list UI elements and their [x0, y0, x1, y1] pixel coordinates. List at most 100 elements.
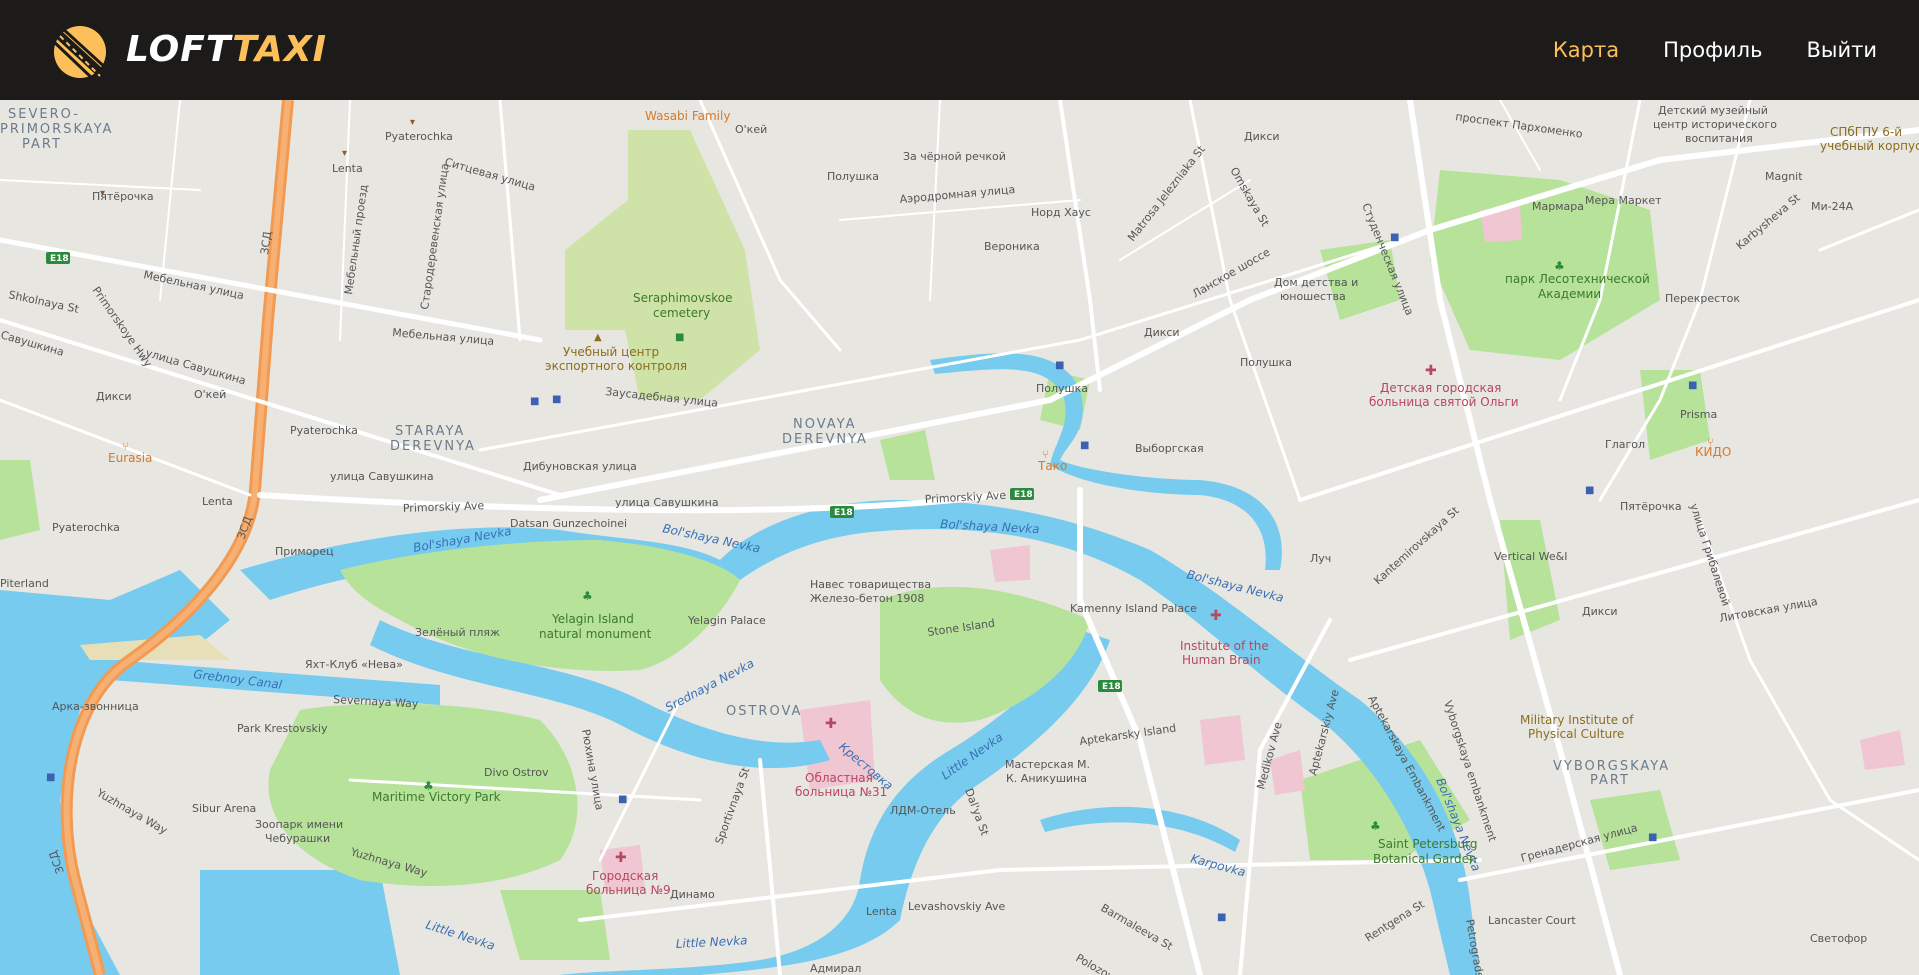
logo[interactable]: LOFTTAXI — [48, 19, 327, 82]
poi-label: Pyaterochka — [290, 424, 358, 437]
poi-label: Datsan Gunzechoinei — [510, 517, 627, 530]
tree-icon: ♣ — [582, 589, 593, 603]
park-label: cemetery — [653, 306, 710, 320]
poi-label: центр исторического — [1653, 118, 1777, 131]
poi-label: больница №31 — [795, 785, 887, 799]
poi-label: Тако — [1037, 459, 1067, 473]
tree-icon: ♣ — [1554, 259, 1565, 273]
poi-label: Piterland — [0, 577, 49, 590]
bus-stop-icon: ■ — [1390, 232, 1399, 243]
poi-label: Park Krestovskiy — [237, 722, 328, 735]
app-header: LOFTTAXI Карта Профиль Выйти — [0, 0, 1919, 100]
park-label: Yelagin Island — [551, 612, 634, 626]
poi-label: воспитания — [1685, 132, 1753, 145]
poi-label: Дикси — [1244, 130, 1280, 143]
poi-label: Перекресток — [1665, 292, 1740, 305]
poi-label: Зелёный пляж — [415, 626, 500, 639]
poi-label: Областная — [805, 771, 873, 785]
tree-icon: ♣ — [1370, 819, 1381, 833]
poi-label: Пятёрочка — [92, 190, 154, 203]
area-label: OSTROVA — [726, 704, 802, 719]
poi-label: Дикси — [96, 390, 132, 403]
cemetery-icon: ■ — [675, 332, 684, 343]
poi-label: Вероника — [984, 240, 1040, 253]
area-label: PART — [1590, 773, 1630, 788]
logo-text-taxi: TAXI — [232, 29, 328, 70]
nav-profile-link[interactable]: Профиль — [1663, 38, 1762, 62]
poi-label: Lenta — [866, 905, 897, 918]
poi-label: Светофор — [1810, 932, 1867, 945]
bus-stop-icon: ■ — [1080, 440, 1089, 451]
poi-label: О'кей — [735, 123, 767, 136]
area-label: NOVAYA — [793, 417, 857, 432]
poi-label: Vertical We&I — [1494, 550, 1568, 563]
logo-taxi-icon — [50, 26, 110, 82]
poi-label: Мастерская М. — [1005, 758, 1090, 771]
nav-map-link[interactable]: Карта — [1553, 38, 1619, 62]
poi-label: Динамо — [670, 888, 715, 901]
tree-icon: ♣ — [423, 779, 434, 793]
logo-text-loft: LOFT — [126, 29, 233, 70]
main-nav: Карта Профиль Выйти — [1553, 0, 1877, 100]
poi-label: Дикси — [1144, 326, 1180, 339]
logo-text: LOFTTAXI — [126, 32, 327, 68]
route-shield-e18: E18 — [50, 254, 69, 264]
poi-label: Чебурашки — [265, 832, 330, 845]
shop-icon: ▾ — [342, 148, 347, 159]
poi-label: Дом детства и — [1274, 276, 1358, 289]
poi-label: Пятёрочка — [1620, 500, 1682, 513]
poi-label: Глагол — [1605, 438, 1645, 451]
poi-label: Wasabi Family — [645, 109, 730, 123]
poi-label: Eurasia — [108, 451, 152, 465]
poi-label: Lenta — [332, 162, 363, 175]
park-label: Botanical Garden — [1373, 852, 1477, 866]
poi-label: Полушка — [1036, 382, 1088, 395]
poi-label: Institute of the — [1180, 639, 1269, 653]
poi-label: Мера Маркет — [1585, 194, 1662, 207]
poi-label: Human Brain — [1182, 653, 1261, 667]
poi-label: Дикси — [1582, 605, 1618, 618]
park-label: Maritime Victory Park — [372, 790, 501, 804]
poi-label: Yelagin Palace — [687, 614, 766, 627]
poi-label: Норд Хаус — [1031, 206, 1091, 219]
poi-label: Prisma — [1680, 408, 1717, 421]
poi-label: Physical Culture — [1528, 727, 1624, 741]
poi-label: Адмирал — [810, 962, 861, 975]
area-label: VYBORGSKAYA — [1553, 759, 1670, 774]
area-label: DEREVNYA — [390, 439, 476, 454]
map-svg[interactable]: SEVERO- PRIMORSKAYA PART STARAYA DEREVNY… — [0, 100, 1919, 975]
street-label: Дибуновская улица — [523, 460, 637, 473]
area-label: PRIMORSKAYA — [0, 122, 113, 137]
poi-label: больница святой Ольги — [1369, 395, 1519, 409]
poi-label: Lancaster Court — [1488, 914, 1576, 927]
poi-label: Арка-звонница — [52, 700, 139, 713]
street-label: улица Савушкина — [615, 496, 719, 509]
poi-label: Magnit — [1765, 170, 1803, 183]
poi-label: Луч — [1310, 552, 1331, 565]
bus-stop-icon: ■ — [530, 396, 539, 407]
map-canvas[interactable]: SEVERO- PRIMORSKAYA PART STARAYA DEREVNY… — [0, 100, 1919, 975]
poi-label: Pyaterochka — [52, 521, 120, 534]
hospital-icon: ✚ — [825, 716, 837, 732]
area-label: STARAYA — [395, 424, 465, 439]
poi-label: Sibur Arena — [192, 802, 256, 815]
poi-label: Kamenny Island Palace — [1070, 602, 1197, 615]
route-shield-e18: E18 — [834, 508, 853, 518]
poi-label: Зоопарк имени — [255, 818, 343, 831]
poi-label: Полушка — [827, 170, 879, 183]
bus-stop-icon: ■ — [618, 794, 627, 805]
poi-label: Military Institute of — [1520, 713, 1634, 727]
poi-label: Приморец — [275, 545, 334, 558]
poi-label: Навес товарищества — [810, 578, 931, 591]
poi-label: О'кей — [194, 388, 226, 401]
park-label: Seraphimovskoe — [633, 291, 732, 305]
nav-logout-link[interactable]: Выйти — [1806, 38, 1877, 62]
poi-label: Полушка — [1240, 356, 1292, 369]
street-label: улица Савушкина — [330, 470, 434, 483]
bus-stop-icon: ■ — [1585, 485, 1594, 496]
poi-label: Городская — [592, 869, 658, 883]
poi-label: Детская городская — [1380, 381, 1501, 395]
street-label: Levashovskiy Ave — [908, 900, 1005, 913]
park-label: natural monument — [539, 627, 652, 641]
bus-stop-icon: ■ — [46, 772, 55, 783]
